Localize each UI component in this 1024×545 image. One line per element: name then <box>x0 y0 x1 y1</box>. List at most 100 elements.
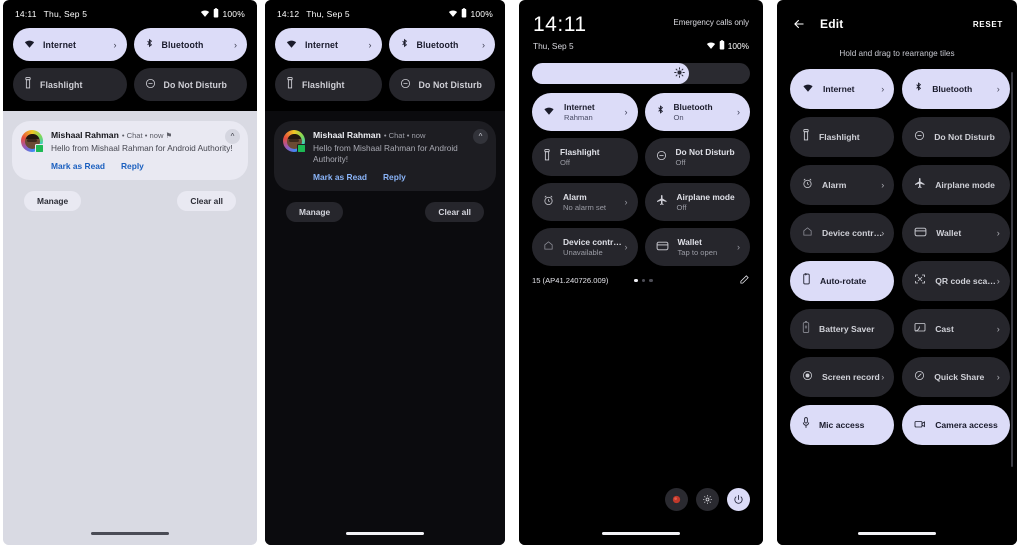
edit-tile-label: Flashlight <box>819 132 860 142</box>
chevron-right-icon[interactable]: › <box>625 242 628 252</box>
home-gesture-pill[interactable] <box>91 531 169 535</box>
airplane-icon <box>914 176 926 194</box>
edit-tile-cast[interactable]: Cast › <box>902 309 1010 349</box>
alarm-icon <box>543 193 554 211</box>
edit-tile-alarm[interactable]: Alarm › <box>790 165 895 205</box>
chevron-right-icon[interactable]: › <box>997 276 1000 286</box>
page-dot <box>634 278 638 283</box>
pencil-icon[interactable] <box>739 274 750 287</box>
notification-sender: Mishaal Rahman <box>51 130 119 140</box>
chevron-right-icon[interactable]: › <box>737 107 740 117</box>
tile-do-not-disturb[interactable]: Do Not Disturb <box>133 68 247 101</box>
tile-internet[interactable]: Internet › <box>13 28 127 61</box>
qs-tile-flashlight[interactable]: Flashlight Off <box>532 138 638 176</box>
power-button[interactable] <box>727 488 750 511</box>
notification-body: Hello from Mishaal Rahman for Android Au… <box>313 143 458 165</box>
edit-tile-qr-code-scanner[interactable]: QR code sca… › <box>902 261 1010 301</box>
chevron-right-icon[interactable]: › <box>997 228 1000 238</box>
tile-internet[interactable]: Internet › <box>275 28 382 61</box>
edit-tile-flashlight[interactable]: Flashlight <box>790 117 895 157</box>
chevron-right-icon[interactable]: › <box>625 197 628 207</box>
chevron-right-icon[interactable]: › <box>997 84 1000 94</box>
manage-button[interactable]: Manage <box>24 191 82 212</box>
chevron-up-icon[interactable]: ^ <box>473 129 488 144</box>
chevron-right-icon[interactable]: › <box>234 40 237 50</box>
edit-tile-device-controls[interactable]: Device contr… › <box>790 213 895 253</box>
tile-label: Internet <box>305 39 339 50</box>
edit-tile-screen-record[interactable]: Screen record › <box>790 357 895 397</box>
status-bar-container: 14:12 Thu, Sep 5 100% Internet › Bluetoo… <box>265 0 505 111</box>
qs-tile-sublabel: Rahman <box>564 112 593 122</box>
screen-record-button[interactable] <box>665 488 688 511</box>
edit-tile-internet[interactable]: Internet › <box>790 69 895 109</box>
edit-tile-do-not-disturb[interactable]: Do Not Disturb <box>902 117 1010 157</box>
reply-button[interactable]: Reply <box>383 172 406 182</box>
brightness-fill <box>532 63 689 84</box>
tile-flashlight[interactable]: Flashlight <box>275 68 382 101</box>
home-gesture-pill[interactable] <box>346 531 424 535</box>
record-icon <box>802 368 813 386</box>
chevron-right-icon[interactable]: › <box>114 40 117 50</box>
chevron-right-icon[interactable]: › <box>881 84 884 94</box>
tile-flashlight[interactable]: Flashlight <box>13 68 127 101</box>
edit-tile-wallet[interactable]: Wallet › <box>902 213 1010 253</box>
mark-as-read-button[interactable]: Mark as Read <box>313 172 367 182</box>
chevron-right-icon[interactable]: › <box>737 242 740 252</box>
qs-tile-label: Internet <box>564 101 595 112</box>
chevron-up-icon[interactable]: ^ <box>225 129 240 144</box>
qs-tile-device-controls[interactable]: Device contr… Unavailable › <box>532 228 638 266</box>
qs-tile-do-not-disturb[interactable]: Do Not Disturb Off <box>644 138 750 176</box>
notification-meta: • Chat • now <box>383 130 426 140</box>
reply-button[interactable]: Reply <box>121 161 144 171</box>
shade-footer: Manage Clear all <box>274 191 496 223</box>
notification-card[interactable]: ^ Mishaal Rahman • Chat • now ⚑ Hello fr… <box>12 121 248 181</box>
edit-tile-battery-saver[interactable]: Battery Saver <box>790 309 895 349</box>
edit-tile-label: Internet <box>823 84 855 94</box>
settings-button[interactable] <box>696 488 719 511</box>
edit-tile-camera-access[interactable]: Camera access <box>902 405 1010 445</box>
bluetooth-icon <box>400 36 409 54</box>
edit-tile-airplane-mode[interactable]: Airplane mode <box>902 165 1010 205</box>
chevron-right-icon[interactable]: › <box>881 228 884 238</box>
notification-card[interactable]: ^ Mishaal Rahman • Chat • now Hello from… <box>274 121 496 192</box>
edit-tile-mic-access[interactable]: Mic access <box>790 405 895 445</box>
avatar <box>21 130 44 153</box>
chevron-right-icon[interactable]: › <box>881 372 884 382</box>
scrollbar[interactable] <box>1011 72 1013 467</box>
brightness-slider[interactable] <box>532 63 750 84</box>
tile-bluetooth[interactable]: Bluetooth › <box>388 28 495 61</box>
chevron-right-icon[interactable]: › <box>997 372 1000 382</box>
qr-code-icon <box>914 272 926 290</box>
edit-tile-auto-rotate[interactable]: Auto-rotate <box>790 261 895 301</box>
chevron-right-icon[interactable]: › <box>625 107 628 117</box>
qs-tile-internet[interactable]: Internet Rahman › <box>532 93 638 131</box>
chevron-right-icon[interactable]: › <box>997 324 1000 334</box>
qs-tile-bluetooth[interactable]: Bluetooth On › <box>644 93 750 131</box>
qs-tile-wallet[interactable]: Wallet Tap to open › <box>644 228 750 266</box>
tile-do-not-disturb[interactable]: Do Not Disturb <box>388 68 495 101</box>
home-gesture-pill[interactable] <box>602 531 680 535</box>
navigation-bar <box>265 521 505 545</box>
qs-tile-alarm[interactable]: Alarm No alarm set › <box>532 183 638 221</box>
panel-notification-shade-light: 14:11 Thu, Sep 5 100% Internet › Bluetoo… <box>3 0 257 545</box>
tile-bluetooth[interactable]: Bluetooth › <box>133 28 247 61</box>
wifi-icon <box>706 41 716 52</box>
edit-tile-label: Camera access <box>935 420 998 430</box>
wifi-icon <box>200 9 210 20</box>
edit-tile-bluetooth[interactable]: Bluetooth › <box>902 69 1010 109</box>
edit-tile-quick-share[interactable]: Quick Share › <box>902 357 1010 397</box>
qs-tile-sublabel: Off <box>676 202 687 212</box>
manage-button[interactable]: Manage <box>286 202 344 223</box>
mark-as-read-button[interactable]: Mark as Read <box>51 161 105 171</box>
reset-button[interactable]: RESET <box>973 20 1003 29</box>
clear-all-button[interactable]: Clear all <box>177 191 236 212</box>
chevron-right-icon[interactable]: › <box>369 40 372 50</box>
qs-tile-airplane-mode[interactable]: Airplane mode Off <box>644 183 750 221</box>
avatar <box>283 130 306 153</box>
edit-tile-label: Screen record <box>822 372 880 382</box>
clear-all-button[interactable]: Clear all <box>425 202 484 223</box>
arrow-left-icon[interactable] <box>791 16 807 32</box>
chevron-right-icon[interactable]: › <box>482 40 485 50</box>
chevron-right-icon[interactable]: › <box>881 180 884 190</box>
home-gesture-pill[interactable] <box>858 531 936 535</box>
